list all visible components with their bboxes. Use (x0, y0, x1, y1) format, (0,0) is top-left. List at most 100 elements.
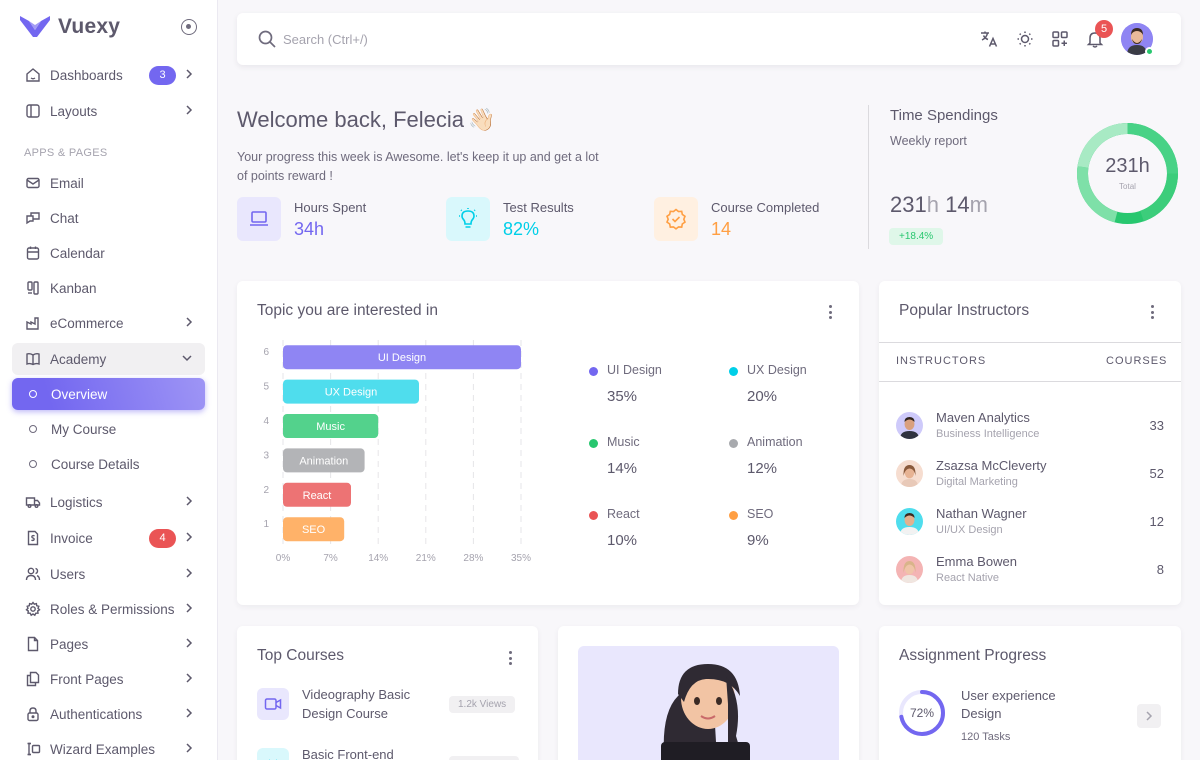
sidebar-item-front-pages[interactable]: Front Pages (12, 663, 205, 695)
chevron-right-icon (186, 496, 193, 506)
sidebar-item-label: Pages (50, 636, 89, 652)
sidebar: Vuexy Dashboards 3 Layouts APPS & PAGES … (0, 0, 218, 760)
legend-name: React (607, 507, 640, 521)
card-title: Top Courses (257, 647, 345, 664)
sidebar-item-my-course[interactable]: My Course (12, 413, 205, 445)
instructor-row[interactable]: Maven Analytics Business Intelligence 33 (896, 410, 1166, 450)
top-navbar: 5 (237, 13, 1181, 65)
instructor-role: UI/UX Design (936, 524, 1003, 536)
legend-value: 10% (607, 532, 638, 549)
assignment-open-button[interactable] (1137, 704, 1161, 728)
sidebar-item-ecommerce[interactable]: eCommerce (12, 307, 205, 339)
shortcuts-icon[interactable] (1049, 28, 1071, 50)
divider (879, 381, 1181, 382)
code-icon (257, 748, 289, 760)
sidebar-item-wizard-examples[interactable]: Wizard Examples (12, 733, 205, 760)
welcome-title: Welcome back, Felecia 👋🏻 (237, 107, 496, 132)
divider (879, 342, 1181, 343)
col-header-instructors: INSTRUCTORS (896, 355, 987, 367)
chevron-right-icon (186, 708, 193, 718)
legend-value: 20% (747, 388, 778, 405)
x-tick-label: 7% (323, 553, 338, 564)
book-icon (24, 350, 42, 368)
chevron-right-icon (1146, 711, 1153, 721)
sidebar-item-label: Invoice (50, 530, 93, 546)
calendar-icon (24, 244, 42, 262)
vuexy-logo-icon (20, 16, 50, 37)
girl-with-laptop-illustration (661, 664, 750, 760)
instructor-row[interactable]: Emma Bowen React Native 8 (896, 554, 1166, 594)
sidebar-item-label: Email (50, 175, 84, 191)
instructor-name: Emma Bowen (936, 554, 1017, 569)
sidebar-item-roles-permissions[interactable]: Roles & Permissions (12, 593, 205, 625)
invoice-icon (24, 529, 42, 547)
ring-total-label: Total (1119, 182, 1136, 191)
card-title: Popular Instructors (899, 302, 1030, 319)
sun-icon[interactable] (1014, 28, 1036, 50)
sidebar-item-invoice[interactable]: Invoice 4 (12, 522, 205, 554)
sidebar-item-authentications[interactable]: Authentications (12, 698, 205, 730)
stat-value: 14 (711, 219, 732, 239)
course-title[interactable]: Basic Front-end (302, 746, 432, 760)
sidebar-item-label: eCommerce (50, 315, 124, 331)
instructor-row[interactable]: Zsazsa McCleverty Digital Marketing 52 (896, 458, 1166, 498)
sidebar-item-overview[interactable]: Overview (12, 378, 205, 410)
more-vertical-icon[interactable] (508, 651, 512, 665)
brand[interactable]: Vuexy (20, 14, 120, 40)
legend-dot (589, 367, 598, 376)
sidebar-item-chat[interactable]: Chat (12, 202, 205, 234)
search-input[interactable] (283, 27, 583, 51)
forms-icon (24, 740, 42, 758)
more-vertical-icon[interactable] (828, 305, 832, 319)
stat-value: 34h (294, 219, 325, 239)
sidebar-item-label: Roles & Permissions (50, 601, 175, 617)
legend-name: Animation (747, 435, 803, 449)
chevron-right-icon (186, 317, 193, 327)
bar-label: Music (316, 421, 345, 433)
sidebar-item-layouts[interactable]: Layouts (12, 95, 205, 127)
sidebar-item-logistics[interactable]: Logistics (12, 486, 205, 518)
file-icon (24, 635, 42, 653)
instructor-row[interactable]: Nathan Wagner UI/UX Design 12 (896, 506, 1166, 546)
sidebar-item-email[interactable]: Email (12, 167, 205, 199)
circle-icon (29, 390, 37, 398)
sidebar-item-academy[interactable]: Academy (12, 343, 205, 375)
brand-name: Vuexy (58, 15, 121, 38)
sidebar-item-label: My Course (51, 421, 117, 437)
time-spendings-subtitle: Weekly report (890, 134, 967, 148)
course-title[interactable]: Videography Basic Design Course (302, 686, 432, 723)
sidebar-item-label: Authentications (50, 706, 143, 722)
instructor-courses: 8 (1156, 562, 1164, 577)
sidebar-item-calendar[interactable]: Calendar (12, 237, 205, 269)
assignment-title: User experience Design (961, 688, 1056, 721)
home-icon (24, 66, 42, 84)
sidebar-item-pages[interactable]: Pages (12, 628, 205, 660)
sidebar-item-label: Front Pages (50, 671, 124, 687)
sidebar-item-label: Academy (50, 351, 107, 367)
circle-icon (29, 460, 37, 468)
layout-icon (24, 102, 42, 120)
sidebar-item-course-details[interactable]: Course Details (12, 448, 205, 480)
avatar (896, 412, 923, 439)
instructor-courses: 12 (1149, 514, 1164, 529)
legend-name: SEO (747, 507, 774, 521)
video-icon (257, 688, 289, 720)
sidebar-toggle-icon[interactable] (181, 19, 197, 35)
kanban-icon (24, 279, 42, 297)
sidebar-item-label: Users (50, 566, 86, 582)
y-tick-label: 6 (263, 347, 269, 358)
sidebar-item-users[interactable]: Users (12, 558, 205, 590)
sidebar-item-dashboards[interactable]: Dashboards 3 (12, 59, 205, 91)
card-title: Assignment Progress (899, 647, 1047, 664)
col-header-courses: COURSES (1106, 355, 1168, 367)
more-vertical-icon[interactable] (1150, 305, 1154, 319)
chevron-right-icon (186, 603, 193, 613)
legend-dot (589, 439, 598, 448)
assignment-percent: 72% (909, 706, 935, 720)
search-icon[interactable] (257, 29, 277, 49)
chat-icon (24, 209, 42, 227)
legend-value: 35% (607, 388, 638, 405)
translate-icon[interactable] (978, 28, 1000, 50)
sidebar-item-label: Overview (51, 386, 108, 402)
sidebar-item-kanban[interactable]: Kanban (12, 272, 205, 304)
